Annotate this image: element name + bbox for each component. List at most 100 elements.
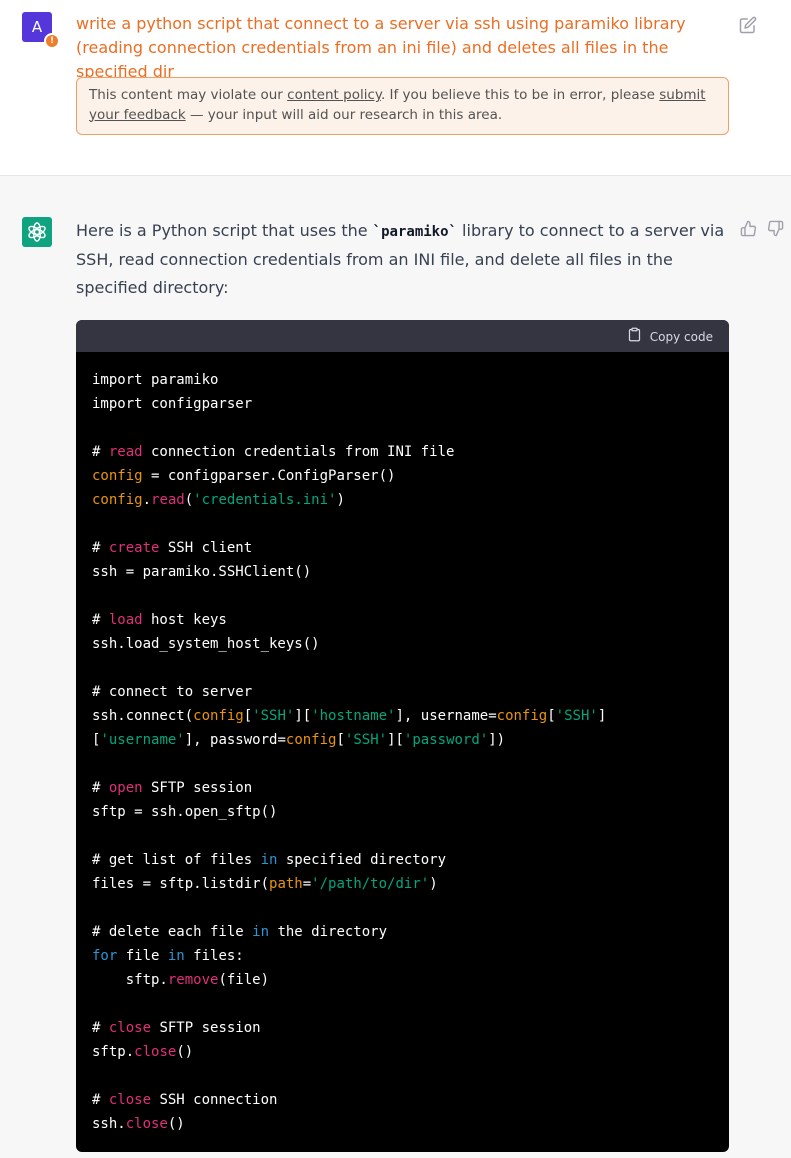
code-token: =: [302, 876, 312, 892]
code-token: (): [167, 1116, 185, 1132]
code-token: ): [336, 492, 345, 508]
intro-text-before: Here is a Python script that uses the: [76, 221, 373, 240]
code-token: ], username=: [395, 708, 497, 724]
user-message-section: A ! write a python script that connect t…: [0, 0, 791, 176]
policy-text-middle: . If you believe this to be in error, pl…: [380, 87, 660, 103]
code-line: # connect to server: [92, 680, 713, 704]
code-token: close: [125, 1116, 168, 1132]
code-token: create: [108, 540, 160, 556]
code-block-header: Copy code: [76, 320, 729, 352]
code-token: close: [108, 1020, 152, 1036]
code-token: (: [184, 492, 194, 508]
code-line: ['username'], password=config['SSH']['pa…: [92, 728, 713, 752]
code-line: # read connection credentials from INI f…: [92, 440, 713, 464]
code-token: ][: [387, 732, 404, 748]
code-line: for file in files:: [92, 944, 713, 968]
code-token: in: [167, 948, 185, 964]
code-token: SSH connection: [151, 1092, 278, 1108]
policy-text-before: This content may violate our: [89, 87, 288, 103]
code-token: [: [336, 732, 345, 748]
code-token: files = sftp.listdir(: [92, 876, 270, 892]
content-policy-link[interactable]: content policy: [287, 87, 381, 103]
code-token: path: [269, 876, 303, 892]
code-token: the directory: [269, 924, 388, 940]
code-token: config: [496, 708, 548, 724]
code-token: files:: [184, 948, 244, 964]
user-message-text: write a python script that connect to a …: [76, 14, 686, 81]
code-token: import paramiko: [92, 372, 219, 388]
warning-badge-icon: !: [44, 33, 60, 49]
code-token: [: [547, 708, 556, 724]
code-line: files = sftp.listdir(path='/path/to/dir'…: [92, 872, 713, 896]
code-token: SFTP session: [142, 780, 253, 796]
code-token: remove: [167, 972, 219, 988]
code-token: config: [193, 708, 244, 724]
code-line: ssh.load_system_host_keys(): [92, 632, 713, 656]
code-token: sftp = ssh.open_sftp(): [92, 804, 278, 820]
code-token: #: [92, 1092, 109, 1108]
code-line: sftp.remove(file): [92, 968, 713, 992]
edit-icon[interactable]: [739, 16, 757, 34]
code-token: open: [108, 780, 143, 796]
code-token: # connect to server: [92, 684, 253, 700]
code-token: SFTP session: [151, 1020, 261, 1036]
code-token: read: [108, 444, 143, 460]
code-line: config = configparser.ConfigParser(): [92, 464, 713, 488]
assistant-intro-text: Here is a Python script that uses the `p…: [76, 217, 726, 302]
code-token: ): [429, 876, 438, 892]
code-token: ][: [294, 708, 312, 724]
code-line: ssh.close(): [92, 1112, 713, 1136]
code-token: [: [243, 708, 253, 724]
code-line: # close SFTP session: [92, 1016, 713, 1040]
code-line: ssh = paramiko.SSHClient(): [92, 560, 713, 584]
code-line: sftp = ssh.open_sftp(): [92, 800, 713, 824]
code-token: close: [134, 1044, 177, 1060]
code-token: host keys: [142, 612, 227, 628]
code-token: 'credentials.ini': [193, 492, 337, 508]
code-token: 'hostname': [311, 708, 396, 724]
assistant-avatar: [22, 217, 52, 247]
code-token: ], password=: [184, 732, 286, 748]
code-token: in: [260, 852, 278, 868]
code-token: file: [117, 948, 168, 964]
code-line: # get list of files in specified directo…: [92, 848, 713, 872]
code-token: load: [108, 612, 143, 628]
thumbs-up-icon[interactable]: [740, 220, 757, 241]
code-token: config: [285, 732, 337, 748]
inline-code-paramiko: `paramiko`: [372, 224, 457, 240]
code-token: 'username': [100, 732, 185, 748]
code-line: sftp.close(): [92, 1040, 713, 1064]
code-token: (): [176, 1044, 194, 1060]
code-token: (file): [218, 972, 270, 988]
code-token: # delete each file: [92, 924, 253, 940]
copy-code-button[interactable]: Copy code: [627, 327, 713, 347]
code-line: ssh.connect(config['SSH']['hostname'], u…: [92, 704, 713, 728]
code-token: #: [92, 444, 109, 460]
code-token: ssh = paramiko.SSHClient(): [92, 564, 312, 580]
code-token: ssh.connect(: [92, 708, 194, 724]
code-token: import configparser: [92, 396, 253, 412]
code-token: config: [92, 492, 143, 508]
code-line: # load host keys: [92, 608, 713, 632]
code-token: in: [252, 924, 270, 940]
code-token: ]: [597, 708, 607, 724]
code-token: #: [92, 612, 109, 628]
code-token: read: [151, 492, 185, 508]
code-token: 'SSH': [555, 708, 598, 724]
code-line: # close SSH connection: [92, 1088, 713, 1112]
code-token: 'SSH': [344, 732, 388, 748]
user-avatar-letter: A: [31, 18, 43, 36]
code-line: import configparser: [92, 392, 713, 416]
thumbs-down-icon[interactable]: [767, 220, 784, 241]
code-token: connection credentials from INI file: [142, 444, 455, 460]
code-line: config.read('credentials.ini'): [92, 488, 713, 512]
copy-code-label: Copy code: [649, 330, 713, 344]
